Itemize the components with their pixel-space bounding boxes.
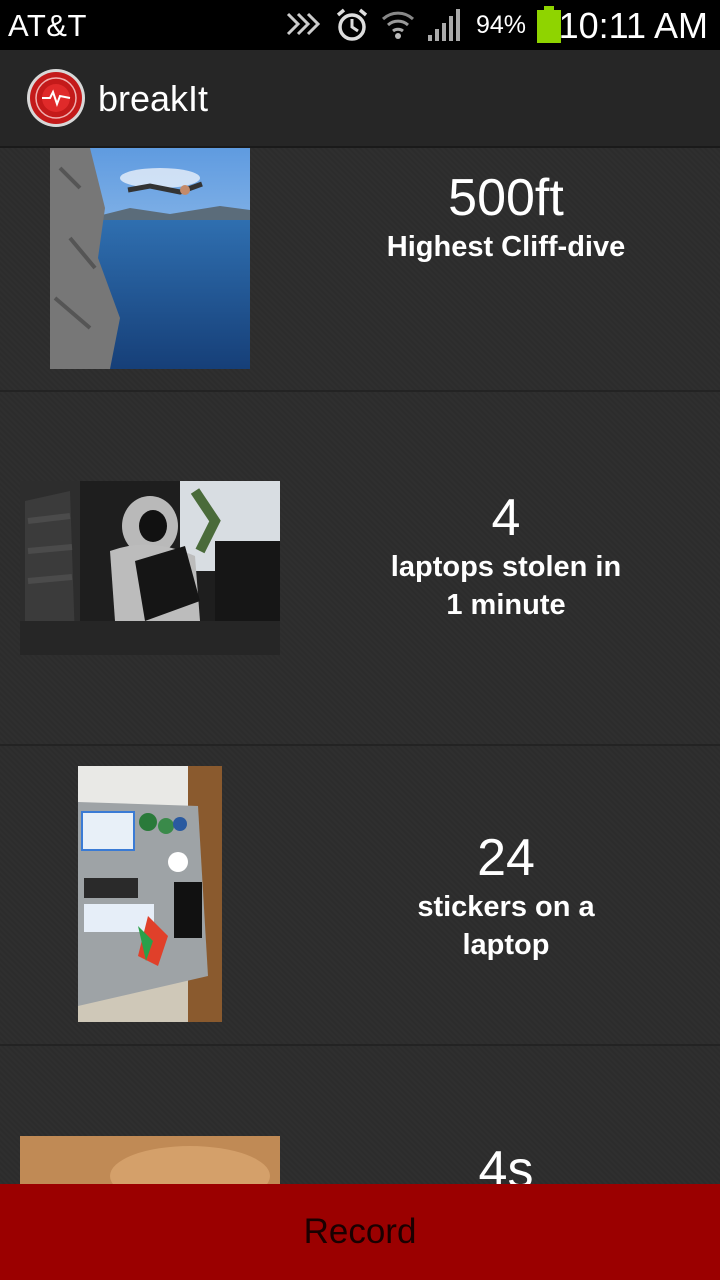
alarm-icon xyxy=(336,8,368,41)
record-label: Highest Cliff-dive xyxy=(386,231,626,263)
app-title: breakIt xyxy=(98,78,209,119)
nfc-icon xyxy=(286,12,321,36)
wifi-icon xyxy=(381,11,415,39)
action-bar: breakIt xyxy=(0,50,720,148)
status-icons: 94% xyxy=(284,6,562,44)
record-stat: 4 laptops stolen in 1 minute xyxy=(380,490,632,624)
record-value: 24 xyxy=(477,829,535,887)
signal-icon xyxy=(428,9,460,41)
battery-percent: 94% xyxy=(476,10,527,39)
status-bar: AT&T 94% 10:11 AM xyxy=(0,0,720,50)
record-value: 4s xyxy=(478,1141,534,1184)
record-label: stickers on a laptop xyxy=(417,891,595,961)
app-logo-icon[interactable] xyxy=(26,68,86,128)
list-item[interactable]: 4s xyxy=(0,1044,720,1184)
record-stat: 24 stickers on a laptop xyxy=(380,830,632,964)
carrier-name: AT&T xyxy=(8,8,87,43)
record-button[interactable]: Record xyxy=(0,1184,720,1280)
record-stat: 4s xyxy=(380,1142,632,1184)
cliff-dive-photo xyxy=(50,148,250,369)
laptop-stickers-photo xyxy=(78,766,222,1022)
record-value: 500ft xyxy=(448,169,564,227)
records-list[interactable]: 500ft Highest Cliff-dive 4 laptops stole… xyxy=(0,148,720,1184)
list-item[interactable]: 500ft Highest Cliff-dive xyxy=(0,148,720,392)
laptop-theft-photo xyxy=(20,481,280,655)
record-value: 4 xyxy=(491,489,521,547)
record-label: laptops stolen in 1 minute xyxy=(390,551,622,621)
list-item[interactable]: 4 laptops stolen in 1 minute xyxy=(0,390,720,746)
clock: 10:11 AM xyxy=(558,5,708,46)
list-item[interactable]: 24 stickers on a laptop xyxy=(0,744,720,1046)
partial-photo xyxy=(20,1136,280,1184)
record-stat: 500ft Highest Cliff-dive xyxy=(380,170,632,266)
